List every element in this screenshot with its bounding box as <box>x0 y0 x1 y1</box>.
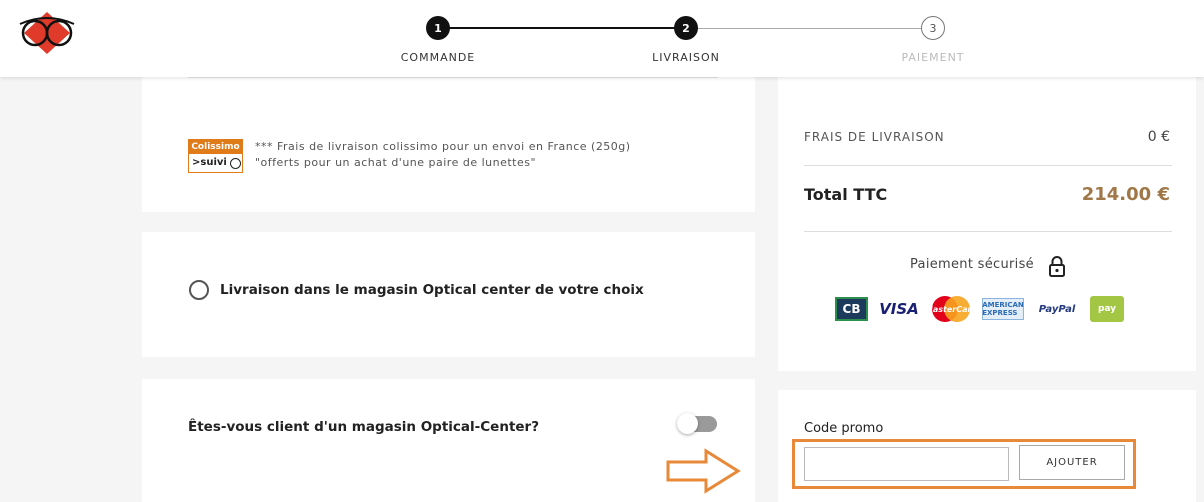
shipping-note-line2: "offerts pour un achat d'une paire de lu… <box>255 156 537 169</box>
summary-divider <box>804 165 1172 166</box>
progress-line-completed <box>438 27 685 29</box>
card-divider <box>188 77 718 78</box>
promo-code-label: Code promo <box>804 421 884 436</box>
shipping-note-line1: *** Frais de livraison colissimo pour un… <box>255 140 631 153</box>
colissimo-shipping-card: Colissimo >suivi *** Frais de livraison … <box>142 77 755 212</box>
shipping-fee-value: 0 € <box>1147 129 1170 145</box>
step-3-label: PAIEMENT <box>901 51 965 64</box>
paypal-icon: PayPal <box>1038 303 1076 315</box>
colissimo-logo-bottom: >suivi <box>189 154 242 172</box>
promo-code-input[interactable] <box>804 447 1009 481</box>
secure-payment-label: Paiement sécurisé <box>910 257 1034 272</box>
step-3-circle: 3 <box>921 16 945 40</box>
client-toggle[interactable] <box>677 413 717 434</box>
clock-icon <box>229 157 241 169</box>
total-value: 214.00 € <box>1081 184 1170 205</box>
mastercard-text: MasterCard <box>924 304 978 314</box>
colissimo-logo-top: Colissimo <box>189 140 242 154</box>
add-promo-button[interactable]: AJOUTER <box>1019 445 1125 480</box>
amex-card-icon: AMERICAN EXPRESS <box>982 298 1024 320</box>
checkout-header: 1 2 3 COMMANDE LIVRAISON PAIEMENT <box>0 0 1204 77</box>
progress-line-pending <box>686 28 933 29</box>
lock-icon <box>1049 256 1065 277</box>
order-summary-card: FRAIS DE LIVRAISON 0 € Total TTC 214.00 … <box>778 77 1196 371</box>
total-label: Total TTC <box>804 185 888 204</box>
store-delivery-label[interactable]: Livraison dans le magasin Optical center… <box>220 282 644 298</box>
colissimo-suivi-text: >suivi <box>192 157 227 168</box>
toggle-knob <box>677 413 698 434</box>
arrow-right-icon <box>666 448 741 494</box>
mastercard-icon: MasterCard <box>925 296 977 322</box>
summary-divider <box>804 231 1172 232</box>
store-delivery-radio[interactable] <box>189 280 209 300</box>
payment-methods: CB VISA MasterCard AMERICAN EXPRESS PayP… <box>835 296 1124 322</box>
shipping-note: *** Frais de livraison colissimo pour un… <box>255 139 631 171</box>
visa-card-icon: VISA <box>879 300 919 318</box>
pay-3x-icon: pay <box>1090 296 1124 322</box>
step-1-label[interactable]: COMMANDE <box>401 51 476 64</box>
step-2-label: LIVRAISON <box>652 51 720 64</box>
cb-card-icon: CB <box>835 297 868 321</box>
store-delivery-card: Livraison dans le magasin Optical center… <box>142 232 755 357</box>
shipping-fee-label: FRAIS DE LIVRAISON <box>804 130 945 144</box>
step-1-circle[interactable]: 1 <box>426 16 450 40</box>
optical-center-logo[interactable] <box>18 10 76 56</box>
promo-code-card: Code promo AJOUTER <box>778 390 1196 502</box>
step-2-circle: 2 <box>674 16 698 40</box>
client-question-label: Êtes-vous client d'un magasin Optical-Ce… <box>188 419 540 435</box>
colissimo-logo: Colissimo >suivi <box>188 139 243 173</box>
